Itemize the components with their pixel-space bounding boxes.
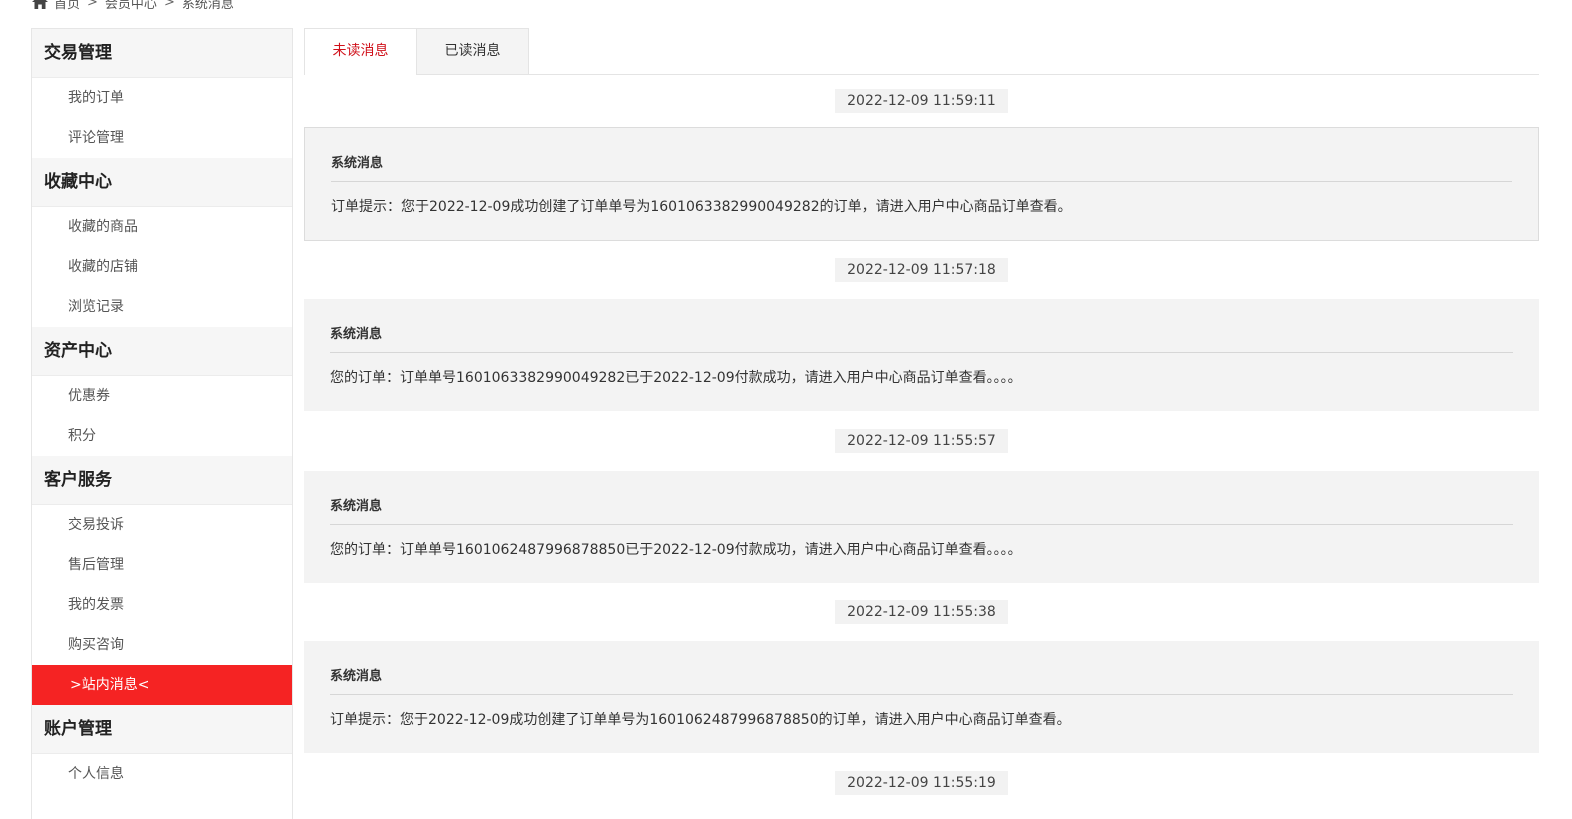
breadcrumb-member-center[interactable]: 会员中心 bbox=[105, 0, 157, 12]
message-body: 您的订单：订单单号1601063382990049282已于2022-12-09… bbox=[330, 370, 1022, 386]
main-content: 未读消息 已读消息 2022-12-09 11:59:11 系统消息 订单提示：… bbox=[304, 28, 1539, 813]
breadcrumb-separator: > bbox=[163, 0, 175, 10]
sidebar-group-trade: 交易管理 bbox=[32, 29, 292, 78]
sidebar-item-favorite-goods[interactable]: 收藏的商品 bbox=[32, 207, 292, 247]
message-body: 订单提示：您于2022-12-09成功创建了订单单号为1601062487996… bbox=[330, 712, 1071, 728]
tab-unread[interactable]: 未读消息 bbox=[304, 28, 417, 75]
sidebar-item-complaints[interactable]: 交易投诉 bbox=[32, 505, 292, 545]
tab-read[interactable]: 已读消息 bbox=[417, 28, 529, 74]
message-list: 2022-12-09 11:59:11 系统消息 订单提示：您于2022-12-… bbox=[304, 75, 1539, 813]
sidebar-group-favorites: 收藏中心 bbox=[32, 158, 292, 207]
sidebar-item-history[interactable]: 浏览记录 bbox=[32, 287, 292, 327]
message-card[interactable]: 系统消息 您的订单：订单单号1601062487996878850已于2022-… bbox=[304, 471, 1539, 583]
sidebar-item-site-messages[interactable]: >站内消息< bbox=[32, 665, 292, 705]
message-title: 系统消息 bbox=[331, 128, 1512, 182]
message-time: 2022-12-09 11:59:11 bbox=[835, 89, 1008, 113]
message-tabs: 未读消息 已读消息 bbox=[304, 28, 1539, 75]
sidebar-item-consult[interactable]: 购买咨询 bbox=[32, 625, 292, 665]
sidebar-item-my-orders[interactable]: 我的订单 bbox=[32, 78, 292, 118]
breadcrumb-current: 系统消息 bbox=[181, 0, 234, 12]
sidebar-group-account: 账户管理 bbox=[32, 705, 292, 754]
breadcrumb-home[interactable]: 首页 bbox=[54, 0, 80, 12]
sidebar-group-assets: 资产中心 bbox=[32, 327, 292, 376]
sidebar-item-coupons[interactable]: 优惠券 bbox=[32, 376, 292, 416]
sidebar: 交易管理 我的订单 评论管理 收藏中心 收藏的商品 收藏的店铺 浏览记录 资产中… bbox=[31, 28, 293, 819]
breadcrumb-separator: > bbox=[87, 0, 98, 10]
message-card[interactable]: 系统消息 订单提示：您于2022-12-09成功创建了订单单号为16010624… bbox=[304, 641, 1539, 753]
message-card[interactable]: 系统消息 您的订单：订单单号1601063382990049282已于2022-… bbox=[304, 299, 1539, 411]
sidebar-item-points[interactable]: 积分 bbox=[32, 416, 292, 456]
message-time: 2022-12-09 11:57:18 bbox=[835, 258, 1008, 282]
sidebar-item-invoices[interactable]: 我的发票 bbox=[32, 585, 292, 625]
sidebar-item-profile[interactable]: 个人信息 bbox=[32, 754, 292, 794]
message-time: 2022-12-09 11:55:38 bbox=[835, 600, 1008, 624]
message-body: 订单提示：您于2022-12-09成功创建了订单单号为1601063382990… bbox=[331, 199, 1072, 215]
sidebar-item-after-sales[interactable]: 售后管理 bbox=[32, 545, 292, 585]
message-title: 系统消息 bbox=[330, 641, 1513, 695]
sidebar-item-favorite-shops[interactable]: 收藏的店铺 bbox=[32, 247, 292, 287]
message-body: 您的订单：订单单号1601062487996878850已于2022-12-09… bbox=[330, 542, 1022, 558]
message-time: 2022-12-09 11:55:57 bbox=[835, 429, 1008, 453]
message-time: 2022-12-09 11:55:19 bbox=[835, 771, 1008, 795]
sidebar-item-reviews[interactable]: 评论管理 bbox=[32, 118, 292, 158]
breadcrumb: 首页 > 会员中心 > 系统消息 bbox=[32, 0, 234, 12]
message-title: 系统消息 bbox=[330, 471, 1513, 525]
home-icon[interactable] bbox=[32, 0, 48, 9]
sidebar-group-service: 客户服务 bbox=[32, 456, 292, 505]
message-card[interactable]: 系统消息 订单提示：您于2022-12-09成功创建了订单单号为16010633… bbox=[304, 127, 1539, 241]
message-title: 系统消息 bbox=[330, 299, 1513, 353]
